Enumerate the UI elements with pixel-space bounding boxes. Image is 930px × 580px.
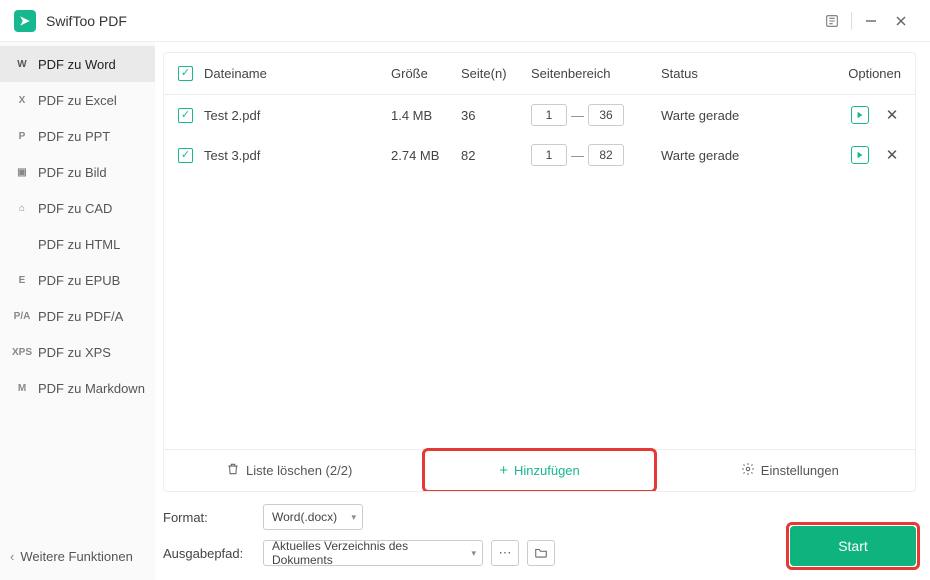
file-table: ✓ Dateiname Größe Seite(n) Seitenbereich…: [163, 52, 916, 492]
settings-label: Einstellungen: [761, 463, 839, 478]
range-dash: —: [571, 148, 584, 163]
add-file-button[interactable]: + Hinzufügen: [414, 450, 664, 491]
plus-icon: +: [499, 462, 508, 479]
more-functions-label: Weitere Funktionen: [20, 549, 133, 564]
header-status: Status: [661, 66, 811, 81]
output-path-value: Aktuelles Verzeichnis des Dokuments: [272, 539, 460, 567]
format-icon: P/A: [14, 311, 30, 322]
sidebar-item-pdf-zu-ppt[interactable]: P PDF zu PPT: [0, 118, 155, 154]
row-checkbox[interactable]: ✓: [178, 148, 193, 163]
table-row: ✓ Test 2.pdf 1.4 MB 36 — Warte gerade ✕: [164, 95, 915, 135]
sidebar-item-label: PDF zu Markdown: [38, 381, 145, 396]
recent-icon[interactable]: [817, 6, 847, 36]
chevron-left-icon: ‹: [10, 549, 14, 564]
preview-button[interactable]: [851, 146, 869, 164]
sidebar-item-pdf-zu-html[interactable]: PDF zu HTML: [0, 226, 155, 262]
clear-list-button[interactable]: Liste löschen (2/2): [164, 450, 414, 491]
caret-down-icon: ▾: [351, 512, 356, 523]
app-logo-icon: [14, 10, 36, 32]
remove-row-button[interactable]: ✕: [883, 146, 901, 164]
sidebar-item-label: PDF zu PPT: [38, 129, 110, 144]
more-options-button[interactable]: ⋯: [491, 540, 519, 566]
sidebar-item-label: PDF zu EPUB: [38, 273, 120, 288]
sidebar-item-pdf-zu-bild[interactable]: ▣ PDF zu Bild: [0, 154, 155, 190]
app-title: SwifToo PDF: [46, 13, 127, 29]
file-pages: 36: [461, 108, 531, 123]
file-name: Test 3.pdf: [204, 148, 391, 163]
table-toolbar: Liste löschen (2/2) + Hinzufügen Einstel…: [164, 449, 915, 491]
page-from-input[interactable]: [531, 104, 567, 126]
header-name: Dateiname: [204, 66, 391, 81]
sidebar-item-label: PDF zu Bild: [38, 165, 107, 180]
header-options: Optionen: [811, 66, 901, 81]
sidebar-item-pdf-zu-word[interactable]: W PDF zu Word: [0, 46, 155, 82]
format-icon: W: [14, 59, 30, 70]
select-all-checkbox[interactable]: ✓: [178, 66, 193, 81]
output-path-dropdown[interactable]: Aktuelles Verzeichnis des Dokuments ▾: [263, 540, 483, 566]
output-path-label: Ausgabepfad:: [163, 546, 255, 561]
file-size: 2.74 MB: [391, 148, 461, 163]
file-status: Warte gerade: [661, 108, 811, 123]
trash-icon: [226, 462, 240, 479]
header-size: Größe: [391, 66, 461, 81]
gear-icon: [741, 462, 755, 479]
caret-down-icon: ▾: [471, 548, 476, 559]
file-size: 1.4 MB: [391, 108, 461, 123]
format-icon: P: [14, 131, 30, 142]
table-row: ✓ Test 3.pdf 2.74 MB 82 — Warte gerade ✕: [164, 135, 915, 175]
sidebar-item-pdf-zu-markdown[interactable]: M PDF zu Markdown: [0, 370, 155, 406]
page-from-input[interactable]: [531, 144, 567, 166]
row-checkbox[interactable]: ✓: [178, 108, 193, 123]
format-value: Word(.docx): [272, 510, 337, 524]
sidebar-item-label: PDF zu Excel: [38, 93, 117, 108]
table-header: ✓ Dateiname Größe Seite(n) Seitenbereich…: [164, 53, 915, 95]
sidebar-item-pdf-zu-pdf/a[interactable]: P/A PDF zu PDF/A: [0, 298, 155, 334]
format-icon: M: [14, 383, 30, 394]
sidebar-item-pdf-zu-epub[interactable]: E PDF zu EPUB: [0, 262, 155, 298]
open-folder-button[interactable]: [527, 540, 555, 566]
sidebar-item-label: PDF zu HTML: [38, 237, 120, 252]
add-file-label: Hinzufügen: [514, 463, 580, 478]
sidebar-item-pdf-zu-xps[interactable]: XPS PDF zu XPS: [0, 334, 155, 370]
sidebar-item-label: PDF zu PDF/A: [38, 309, 123, 324]
sidebar-item-pdf-zu-cad[interactable]: ⌂ PDF zu CAD: [0, 190, 155, 226]
format-icon: ⌂: [14, 203, 30, 214]
format-dropdown[interactable]: Word(.docx) ▾: [263, 504, 363, 530]
file-pages: 82: [461, 148, 531, 163]
sidebar: W PDF zu Word X PDF zu Excel P PDF zu PPT ▣ PDF…: [0, 42, 155, 580]
sidebar-item-label: PDF zu CAD: [38, 201, 112, 216]
format-icon: E: [14, 275, 30, 286]
clear-list-label: Liste löschen (2/2): [246, 463, 352, 478]
start-button[interactable]: Start: [790, 526, 916, 566]
settings-button[interactable]: Einstellungen: [665, 450, 915, 491]
minimize-button[interactable]: [856, 6, 886, 36]
range-dash: —: [571, 108, 584, 123]
remove-row-button[interactable]: ✕: [883, 106, 901, 124]
format-icon: X: [14, 95, 30, 106]
more-functions-button[interactable]: ‹ Weitere Funktionen: [0, 532, 155, 580]
format-icon: XPS: [14, 347, 30, 358]
titlebar: SwifToo PDF: [0, 0, 930, 42]
file-status: Warte gerade: [661, 148, 811, 163]
header-range: Seitenbereich: [531, 66, 661, 81]
page-to-input[interactable]: [588, 104, 624, 126]
format-label: Format:: [163, 510, 255, 525]
page-to-input[interactable]: [588, 144, 624, 166]
close-button[interactable]: [886, 6, 916, 36]
sidebar-item-label: PDF zu Word: [38, 57, 116, 72]
start-label: Start: [838, 538, 868, 554]
sidebar-item-pdf-zu-excel[interactable]: X PDF zu Excel: [0, 82, 155, 118]
sidebar-item-label: PDF zu XPS: [38, 345, 111, 360]
header-pages: Seite(n): [461, 66, 531, 81]
preview-button[interactable]: [851, 106, 869, 124]
format-icon: ▣: [14, 167, 30, 178]
file-name: Test 2.pdf: [204, 108, 391, 123]
